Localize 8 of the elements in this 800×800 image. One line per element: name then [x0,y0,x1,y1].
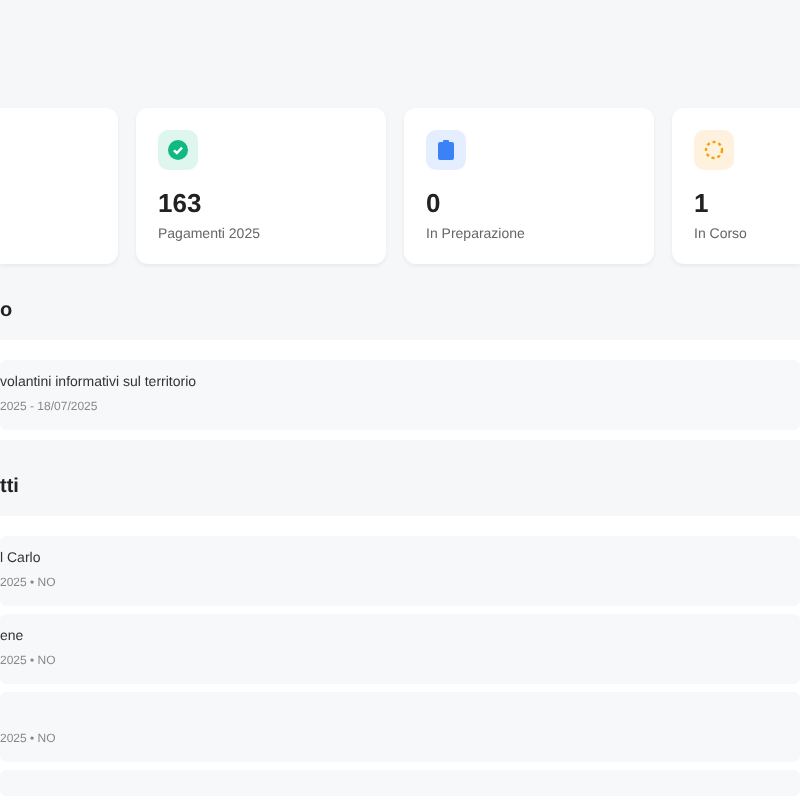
loading-icon [704,140,724,160]
clipboard-icon [438,140,454,160]
section-title: tti [0,475,19,497]
section-title: o [0,299,13,321]
stat-value: 163 [158,188,204,218]
stat-value: 1 [694,188,711,218]
stat-value: 0 [426,188,443,218]
check-circle-icon [168,140,188,160]
